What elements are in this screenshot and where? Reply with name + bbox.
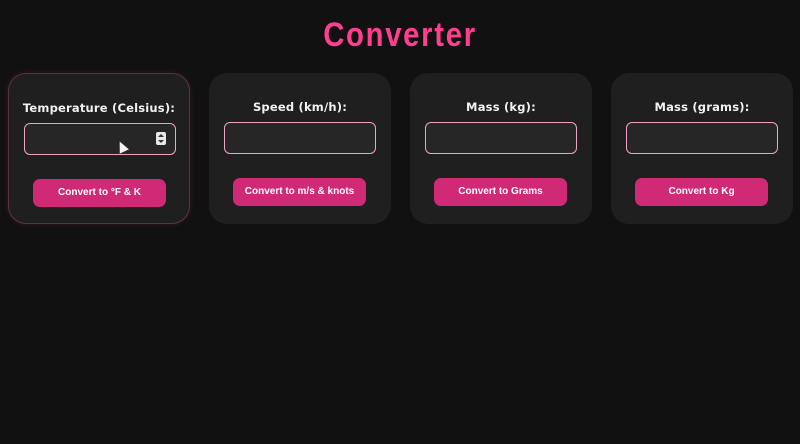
- temperature-input[interactable]: [25, 124, 175, 154]
- speed-label: Speed (km/h):: [252, 100, 348, 114]
- mass-grams-label: Mass (grams):: [654, 100, 750, 114]
- number-spinner-icon[interactable]: [156, 132, 166, 145]
- convert-speed-button[interactable]: Convert to m/s & knots: [233, 178, 366, 206]
- converter-page: Converter Temperature (Celsius): Convert…: [0, 0, 800, 444]
- temperature-input-wrapper: [24, 123, 176, 155]
- mass-grams-input-wrapper: [626, 122, 778, 154]
- convert-to-grams-button[interactable]: Convert to Grams: [434, 178, 567, 206]
- mass-kg-input[interactable]: [426, 123, 576, 153]
- mass-kg-label: Mass (kg):: [466, 100, 536, 114]
- temperature-label: Temperature (Celsius):: [22, 101, 176, 115]
- converter-cards: Temperature (Celsius): Convert to °F & K…: [8, 73, 793, 224]
- speed-card: Speed (km/h): Convert to m/s & knots: [209, 73, 391, 224]
- page-title: Converter: [323, 16, 477, 54]
- speed-input[interactable]: [225, 123, 375, 153]
- convert-to-kg-button[interactable]: Convert to Kg: [635, 178, 768, 206]
- mass-kg-card: Mass (kg): Convert to Grams: [410, 73, 592, 224]
- mass-grams-input[interactable]: [627, 123, 777, 153]
- convert-temperature-button[interactable]: Convert to °F & K: [33, 179, 166, 207]
- temperature-card: Temperature (Celsius): Convert to °F & K: [8, 73, 190, 224]
- mass-grams-card: Mass (grams): Convert to Kg: [611, 73, 793, 224]
- speed-input-wrapper: [224, 122, 376, 154]
- mass-kg-input-wrapper: [425, 122, 577, 154]
